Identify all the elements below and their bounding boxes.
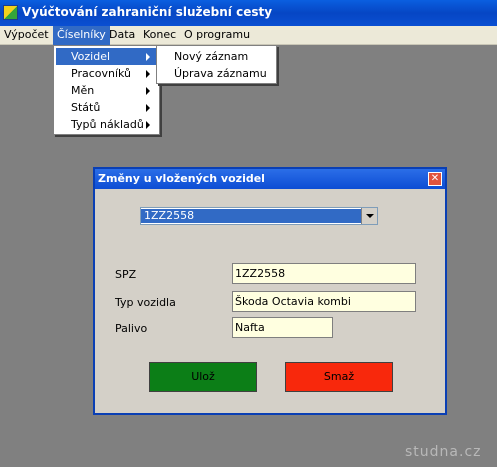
menu-item-typu-nakladu[interactable]: Typů nákladů — [56, 116, 157, 133]
menu-item-vozidel[interactable]: Vozidel — [56, 48, 157, 65]
dialog-title: Změny u vložených vozidel — [98, 172, 265, 185]
app-window: Vyúčtování zahraniční služební cesty Výp… — [0, 0, 497, 467]
typ-vozidla-field[interactable]: Škoda Octavia kombi — [232, 291, 416, 312]
app-icon — [3, 5, 18, 20]
menu-item-label: Vozidel — [71, 50, 111, 63]
spz-label: SPZ — [115, 268, 137, 281]
menu-konec[interactable]: Konec — [139, 26, 180, 45]
menu-item-label: Měn — [71, 84, 95, 97]
submenu-arrow-icon — [146, 53, 150, 61]
menu-item-label: Pracovníků — [71, 67, 132, 80]
menu-vypocet[interactable]: Výpočet — [0, 26, 53, 45]
submenu-arrow-icon — [146, 70, 150, 78]
typ-vozidla-label: Typ vozidla — [115, 296, 176, 309]
window-title: Vyúčtování zahraniční služební cesty — [22, 5, 273, 19]
vehicle-select-value: 1ZZ2558 — [141, 209, 361, 223]
menu-item-pracovniku[interactable]: Pracovníků — [56, 65, 157, 82]
menu-ciselniky[interactable]: Číselníky — [53, 26, 110, 45]
palivo-label: Palivo — [115, 322, 148, 335]
menu-item-uprava-zaznamu[interactable]: Úprava záznamu — [159, 65, 274, 82]
menu-item-men[interactable]: Měn — [56, 82, 157, 99]
menu-item-novy-zaznam[interactable]: Nový záznam — [159, 48, 274, 65]
menu-item-label: Typů nákladů — [71, 118, 144, 131]
vozidel-submenu: Nový záznam Úprava záznamu — [156, 45, 277, 84]
ciselniky-dropdown: Vozidel Pracovníků Měn Států Typů náklad… — [53, 45, 160, 135]
menu-o-programu[interactable]: O programu — [180, 26, 254, 45]
menu-data[interactable]: Data — [105, 26, 139, 45]
submenu-arrow-icon — [146, 104, 150, 112]
dropdown-button[interactable] — [361, 208, 377, 224]
close-icon[interactable]: ✕ — [428, 172, 442, 186]
watermark: studna.cz — [405, 444, 482, 460]
save-button[interactable]: Ulož — [149, 362, 257, 392]
delete-button[interactable]: Smaž — [285, 362, 393, 392]
vehicle-select[interactable]: 1ZZ2558 — [140, 207, 378, 225]
menu-bar: Výpočet Číselníky Data Konec O programu — [0, 26, 497, 45]
vehicle-changes-dialog: Změny u vložených vozidel ✕ 1ZZ2558 SPZ … — [93, 167, 447, 415]
chevron-down-icon — [366, 214, 374, 218]
submenu-arrow-icon — [146, 121, 150, 129]
spz-field[interactable]: 1ZZ2558 — [232, 263, 416, 284]
menu-item-statu[interactable]: Států — [56, 99, 157, 116]
menu-item-label: Států — [71, 101, 101, 114]
submenu-arrow-icon — [146, 87, 150, 95]
dialog-title-bar: Změny u vložených vozidel ✕ — [95, 169, 445, 189]
palivo-field[interactable]: Nafta — [232, 317, 333, 338]
window-title-bar: Vyúčtování zahraniční služební cesty — [0, 0, 497, 26]
